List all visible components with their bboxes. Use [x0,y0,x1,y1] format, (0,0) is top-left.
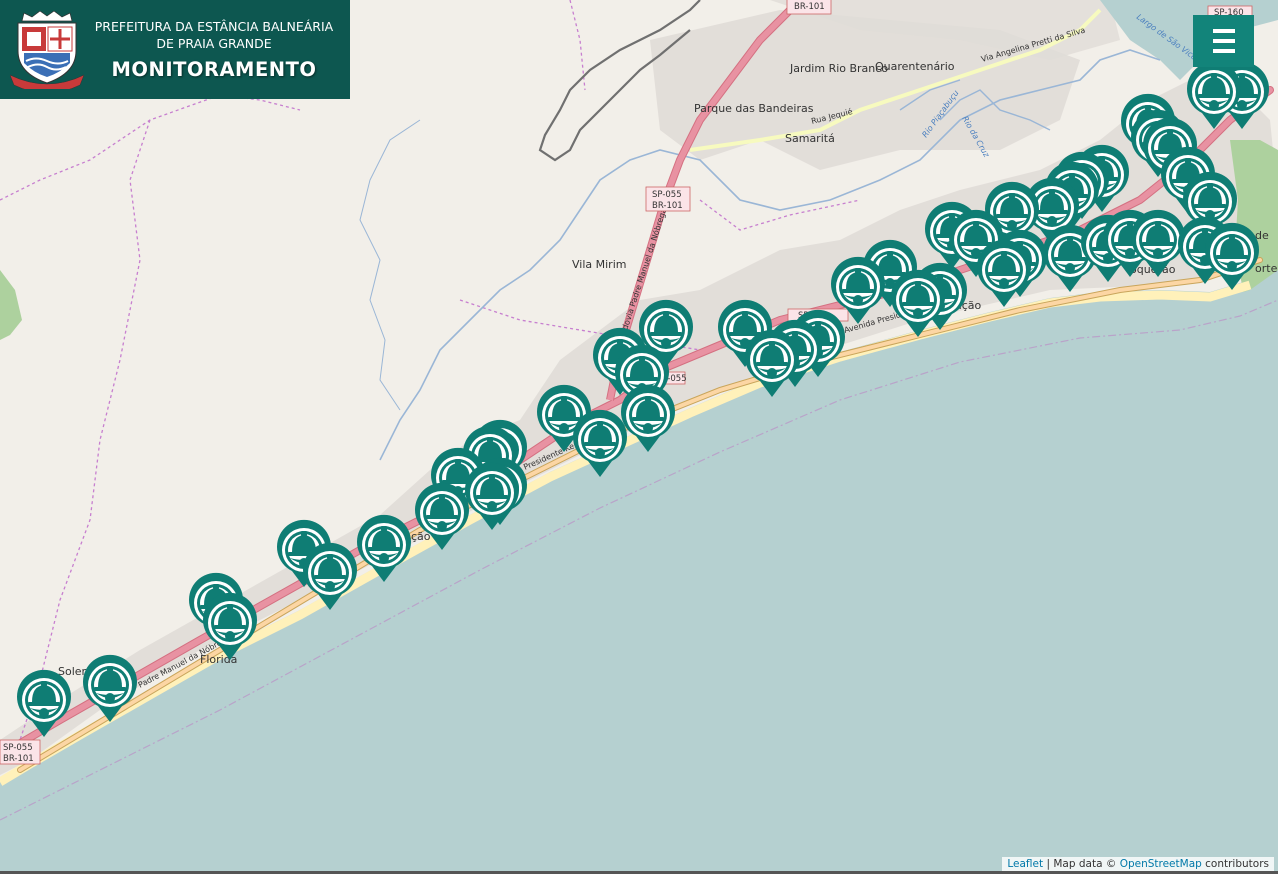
svg-text:BR-101: BR-101 [794,2,825,12]
svg-text:SP-055: SP-055 [652,190,682,200]
shield-sp055-br101-mid: SP-055 BR-101 [645,186,691,212]
place-label-vila-mirim: Vila Mirim [572,258,626,271]
menu-button[interactable] [1193,15,1254,67]
svg-text:BR-101: BR-101 [3,754,34,764]
header-line-1: PREFEITURA DA ESTÂNCIA BALNEÁRIA [94,19,334,34]
svg-text:SP-055: SP-055 [3,743,33,753]
app: Rodovia Padre Manuel da Nóbrega Via Ange… [0,0,1278,874]
place-label-parque: Parque das Bandeiras [694,102,814,115]
map[interactable]: Rodovia Padre Manuel da Nóbrega Via Ange… [0,0,1278,874]
header-text: PREFEITURA DA ESTÂNCIA BALNEÁRIA DE PRAI… [84,18,350,81]
osm-link[interactable]: OpenStreetMap [1120,858,1202,870]
hamburger-menu-icon [1212,29,1235,53]
map-attribution: Leaflet | Map data © OpenStreetMap contr… [1002,857,1274,871]
svg-text:BR-101: BR-101 [652,201,683,211]
attribution-suffix: contributors [1201,858,1269,870]
leaflet-link[interactable]: Leaflet [1007,858,1043,870]
header-title: MONITORAMENTO [111,58,317,81]
shield-sp055-br101-west: SP-055 BR-101 [0,739,41,765]
attribution-separator: | Map data © [1043,858,1120,870]
header-line-2: DE PRAIA GRANDE [156,36,272,51]
place-label-forte: orte [1255,262,1278,275]
city-coat-of-arms-logo [10,10,84,89]
place-label-jardim: Jardim Rio Branco [789,62,888,75]
shield-br101-top: BR-101 [786,0,832,15]
place-label-samarita: Samaritá [785,132,835,145]
place-label-quarentenario: Quarentenário [875,60,955,73]
app-header: PREFEITURA DA ESTÂNCIA BALNEÁRIA DE PRAI… [0,0,350,99]
